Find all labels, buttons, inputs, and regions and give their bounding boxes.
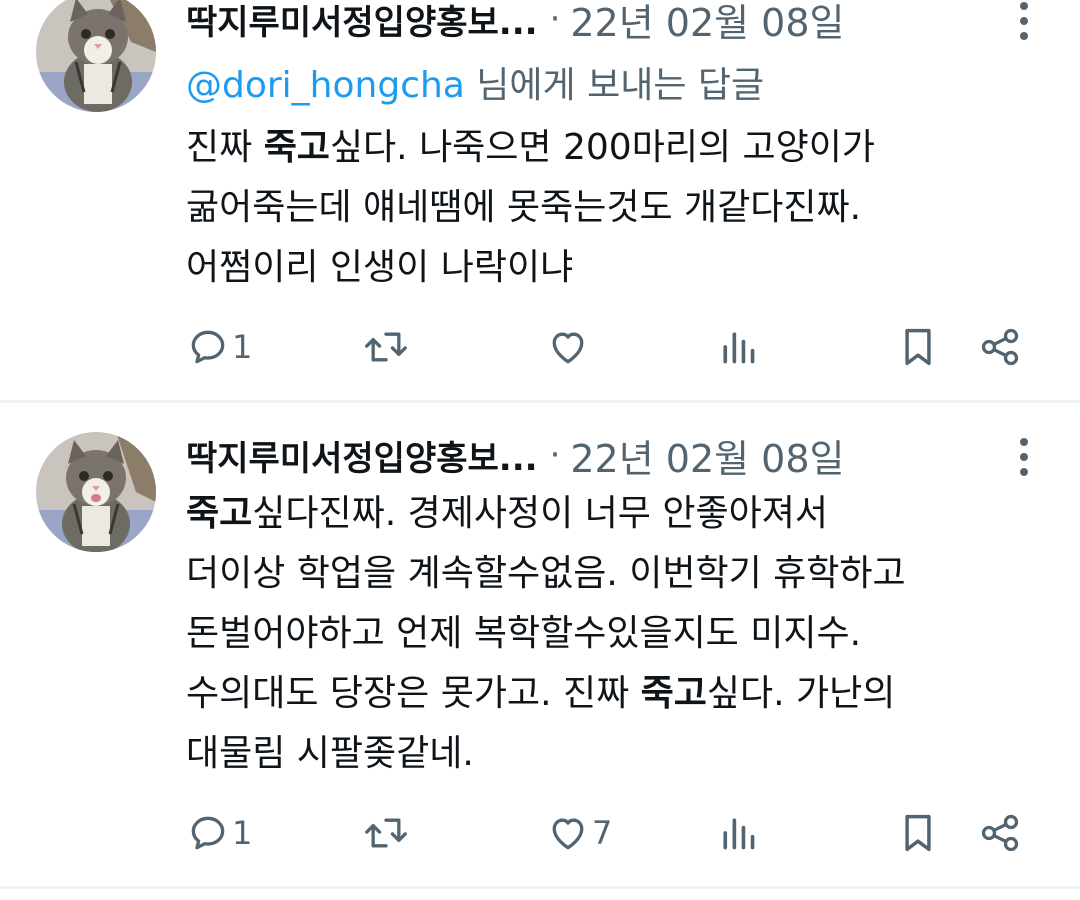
tweet-actions: 1 7: [186, 808, 1036, 858]
more-vertical-icon[interactable]: [1012, 438, 1036, 476]
tweet-text-line: 수의대도 당장은 못가고. 진짜 죽고싶다. 가난의: [186, 664, 1040, 724]
text-segment: 어쩜이리 인생이 나락이냐: [186, 247, 574, 288]
reply-icon: [191, 816, 225, 850]
text-segment: 굶어죽는데 얘네땜에 못죽는것도 개같다진짜.: [186, 187, 862, 228]
retweet-button[interactable]: [362, 322, 412, 372]
tweet-text-line: 어쩜이리 인생이 나락이냐: [186, 238, 1040, 298]
cat-photo: [36, 432, 156, 552]
like-button[interactable]: 7: [546, 808, 612, 858]
tweet[interactable]: 딱지루미서정입양홍보... · 22년 02월 08일 @dori_hongch…: [0, 0, 1080, 400]
author-name[interactable]: 딱지루미서정입양홍보...: [186, 0, 538, 44]
tweet-divider: [0, 400, 1080, 403]
reply-icon: [191, 330, 225, 364]
avatar[interactable]: [36, 432, 156, 552]
highlighted-text: 죽고: [186, 493, 253, 534]
text-segment: 싶다. 가난의: [706, 673, 896, 714]
tweet[interactable]: 딱지루미서정입양홍보... · 22년 02월 08일 죽고싶다진짜. 경제사정…: [0, 404, 1080, 888]
text-segment: 더이상 학업을 계속할수없음. 이번학기 휴학하고: [186, 553, 906, 594]
views-button[interactable]: [718, 808, 758, 858]
bookmark-icon: [905, 814, 931, 852]
text-segment: 싶다. 나죽으면 200마리의 고양이가: [329, 127, 875, 168]
reply-button[interactable]: 1: [186, 322, 252, 372]
tweet-text-line: 굶어죽는데 얘네땜에 못죽는것도 개같다진짜.: [186, 178, 1040, 238]
header-separator: ·: [549, 435, 561, 475]
reply-count: 1: [232, 328, 253, 366]
cat-photo: [36, 0, 156, 112]
reply-count: 1: [232, 814, 253, 852]
tweet-text-line: 진짜 죽고싶다. 나죽으면 200마리의 고양이가: [186, 118, 1040, 178]
tweet-text: 진짜 죽고싶다. 나죽으면 200마리의 고양이가굶어죽는데 얘네땜에 못죽는것…: [186, 118, 1040, 298]
tweet-date[interactable]: 22년 02월 08일: [570, 0, 844, 47]
retweet-icon: [365, 332, 407, 362]
views-icon: [723, 332, 755, 364]
text-segment: 진짜: [186, 127, 264, 168]
reply-button[interactable]: 1: [186, 808, 252, 858]
tweet-text: 죽고싶다진짜. 경제사정이 너무 안좋아져서 더이상 학업을 계속할수없음. 이번…: [186, 484, 1040, 784]
tweet-header: 딱지루미서정입양홍보... · 22년 02월 08일: [186, 0, 1044, 47]
tweet-header: 딱지루미서정입양홍보... · 22년 02월 08일: [186, 428, 1044, 483]
tweet-text-line: 대물림 시팔좆같네.: [186, 724, 1040, 784]
retweet-button[interactable]: [362, 808, 412, 858]
views-icon: [723, 818, 755, 850]
tweet-divider: [0, 886, 1080, 889]
tweet-actions: 1: [186, 322, 1036, 372]
like-button[interactable]: [546, 322, 592, 372]
reply-to-suffix: 님에게 보내는 답글: [464, 65, 765, 106]
text-segment: 싶다진짜. 경제사정이 너무 안좋아져서: [252, 493, 828, 534]
header-separator: ·: [549, 0, 561, 39]
avatar[interactable]: [36, 0, 156, 112]
share-button[interactable]: [978, 322, 1022, 372]
highlighted-text: 죽고: [640, 673, 707, 714]
bookmark-button[interactable]: [898, 322, 938, 372]
tweet-text-line: 죽고싶다진짜. 경제사정이 너무 안좋아져서: [186, 484, 1040, 544]
author-name[interactable]: 딱지루미서정입양홍보...: [186, 431, 538, 480]
bookmark-button[interactable]: [898, 808, 938, 858]
heart-icon: [552, 332, 584, 364]
like-count: 7: [592, 814, 613, 852]
text-segment: 돈벌어야하고 언제 복학할수있을지도 미지수.: [186, 613, 862, 654]
heart-icon: [552, 818, 584, 850]
tweet-text-line: 돈벌어야하고 언제 복학할수있을지도 미지수.: [186, 604, 1040, 664]
tweet-date[interactable]: 22년 02월 08일: [570, 428, 844, 483]
reply-to-handle[interactable]: @dori_hongcha: [186, 65, 465, 106]
share-icon: [981, 814, 1019, 852]
more-vertical-icon[interactable]: [1012, 2, 1036, 40]
share-icon: [981, 328, 1019, 366]
tweet-text-line: 더이상 학업을 계속할수없음. 이번학기 휴학하고: [186, 544, 1040, 604]
share-button[interactable]: [978, 808, 1022, 858]
bookmark-icon: [905, 328, 931, 366]
retweet-icon: [365, 818, 407, 848]
views-button[interactable]: [718, 322, 758, 372]
text-segment: 대물림 시팔좆같네.: [186, 733, 474, 774]
reply-to-line: @dori_hongcha 님에게 보내는 답글: [186, 56, 764, 108]
highlighted-text: 죽고: [263, 127, 330, 168]
text-segment: 수의대도 당장은 못가고. 진짜: [186, 673, 641, 714]
